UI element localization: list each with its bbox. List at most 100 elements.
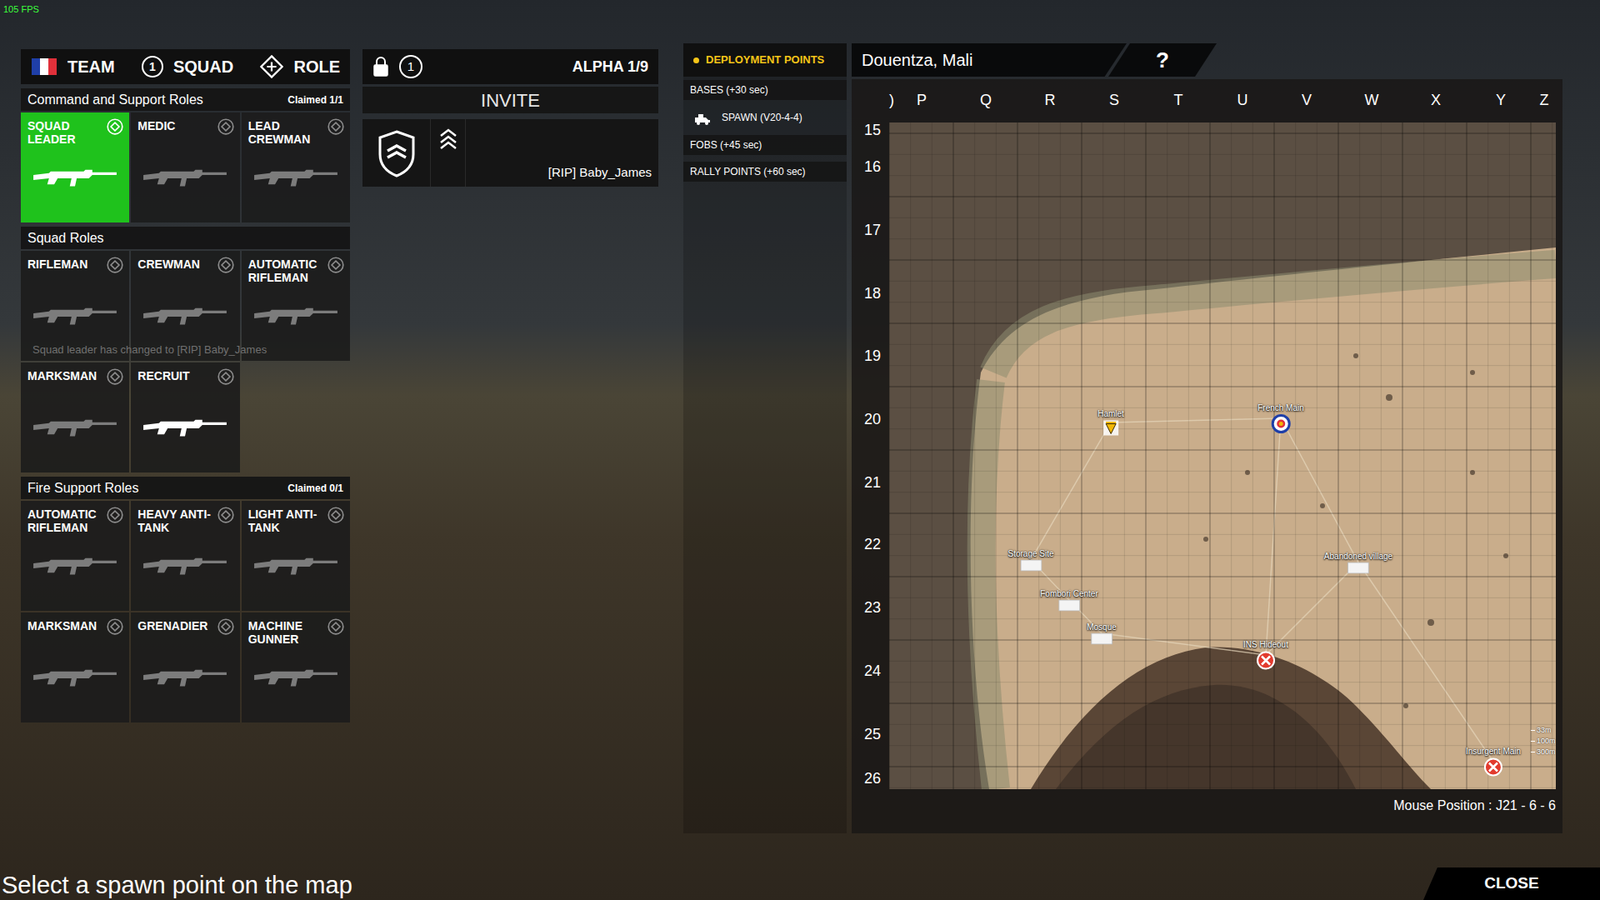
weapon <box>137 164 233 216</box>
group-title: Squad Roles <box>27 228 105 249</box>
role-tile[interactable]: MEDIC <box>130 112 240 223</box>
map-panel: Douentza, Mali?)PQRSTUVWXYZ1516171819202… <box>851 43 1563 834</box>
map-marker[interactable]: Hamlet <box>1097 409 1125 437</box>
role-panel: TEAM1SQUADROLECommand and Support RolesC… <box>20 49 350 723</box>
role-group: Command and Support Roles Claimed 1/1 SQUA… <box>20 88 350 223</box>
group-claimed: Claimed 0/1 <box>287 480 344 496</box>
deployment-section: RALLY POINTS (+60 sec) <box>683 161 847 182</box>
deployment-header: DEPLOYMENT POINTS <box>683 43 847 77</box>
role-tile[interactable]: GRENADIER <box>130 612 240 723</box>
map-marker[interactable]: INS Hideout <box>1243 640 1289 671</box>
role-badge-icon <box>105 117 125 136</box>
main-base-icon <box>1270 414 1291 435</box>
weapon <box>137 664 233 716</box>
footer: Select a spawn point on the map CLOSE <box>0 867 1600 900</box>
capture-point-icon <box>1090 633 1113 645</box>
flag-objective-icon <box>1102 420 1120 437</box>
row-label: 19 <box>860 345 885 368</box>
role-name: MARKSMAN <box>27 619 108 633</box>
rifle-icon <box>31 414 119 441</box>
scale-tick <box>1530 751 1535 753</box>
invite-button[interactable]: INVITE <box>362 86 659 114</box>
map-scale: 33m100m300m <box>1530 725 1556 757</box>
role-tile[interactable]: AUTOMATIC RIFLEMAN <box>20 500 130 611</box>
rifle-icon <box>141 302 229 330</box>
role-name: CREWMAN <box>137 257 218 271</box>
map-marker[interactable]: Insurgent Main <box>1465 746 1521 778</box>
marker-label: Storage Site <box>1007 549 1054 560</box>
column-label: Z <box>1531 89 1557 112</box>
map[interactable]: Hamlet French Main Storage Site Fombori Cen… <box>889 122 1556 790</box>
rifle-icon <box>31 664 119 691</box>
deployment-section: FOBS (+45 sec) <box>683 135 847 155</box>
role-badge-icon <box>105 505 125 525</box>
spawn-point[interactable]: SPAWN (V20-4-4) <box>683 106 847 129</box>
group-title: Command and Support Roles <box>27 90 204 110</box>
role-badge-icon <box>326 617 345 636</box>
marker-label: Fombori Center <box>1040 589 1098 600</box>
role-grid: AUTOMATIC RIFLEMANHEAVY ANTI-TANKLIGHT A… <box>20 500 350 723</box>
column-label: X <box>1423 89 1449 112</box>
scale-label: 33m <box>1536 725 1552 735</box>
member-name: [RIP] Baby_James <box>548 163 652 183</box>
role-badge-icon <box>216 505 235 525</box>
rifle-icon <box>252 164 340 191</box>
group-claimed: Claimed 1/1 <box>287 92 344 108</box>
role-badge-icon <box>216 617 235 636</box>
role-name: LEAD CREWMAN <box>248 119 329 146</box>
deployment-list: BASES (+30 sec)SPAWN (V20-4-4)FOBS (+45 … <box>683 80 847 182</box>
team-tab[interactable]: TEAM <box>30 54 115 80</box>
marker-label: Hamlet <box>1097 409 1125 420</box>
capture-point-icon <box>1347 562 1370 575</box>
marker-label: Abandoned village <box>1324 551 1393 562</box>
tab-bar: TEAM 1SQUAD ROLE <box>20 49 350 85</box>
squad-tab[interactable]: 1SQUAD <box>141 54 234 80</box>
group-header: Fire Support RolesClaimed 0/1 <box>20 476 350 500</box>
role-badge-icon <box>105 255 125 275</box>
hint-text: Select a spawn point on the map <box>0 873 353 900</box>
map-marker[interactable]: Abandoned village <box>1324 551 1393 575</box>
map-marker[interactable]: French Main <box>1257 403 1305 435</box>
enemy-base-icon <box>1483 757 1504 778</box>
game-screen: 105 FPS TEAM1SQUADROLECommand and Suppor… <box>0 0 1600 900</box>
role-tile[interactable]: LEAD CREWMAN <box>241 112 350 223</box>
role-tile[interactable]: HEAVY ANTI-TANK <box>130 500 240 611</box>
row-label: 17 <box>860 219 885 242</box>
squad-name: ALPHA 1/9 <box>572 55 649 79</box>
map-marker[interactable]: Fombori Center <box>1040 589 1098 612</box>
role-name: MACHINE GUNNER <box>248 619 329 646</box>
role-tile[interactable]: MACHINE GUNNER <box>241 612 350 723</box>
row-label: 15 <box>860 119 885 142</box>
spawn-label: SPAWN (V20-4-4) <box>721 110 803 125</box>
marker-label: Insurgent Main <box>1465 746 1521 757</box>
map-marker[interactable]: Storage Site <box>1007 549 1054 572</box>
row-label: 21 <box>860 471 885 495</box>
role-tile[interactable]: MARKSMAN <box>20 612 130 723</box>
group-header: Squad Roles <box>20 226 350 250</box>
weapon <box>27 664 123 716</box>
weapon <box>248 552 344 605</box>
role-badge-icon <box>216 255 235 275</box>
rifle-icon <box>141 552 229 580</box>
map-title-bar: Douentza, Mali? <box>851 43 1563 77</box>
role-tile[interactable]: RECRUIT <box>130 362 240 473</box>
weapon <box>27 552 123 605</box>
role-tile[interactable]: MARKSMAN <box>20 362 130 473</box>
role-tab[interactable]: ROLE <box>260 54 340 80</box>
role-group: Squad RolesRIFLEMANCREWMANAUTOMATIC RIFL… <box>20 226 350 473</box>
member-card[interactable]: [RIP] Baby_James <box>362 119 659 187</box>
map-area: )PQRSTUVWXYZ151617181920212223242526Haml… <box>851 79 1563 834</box>
help-button[interactable]: ? <box>1108 43 1217 77</box>
terrain <box>889 122 1556 790</box>
rank-icon <box>375 129 418 178</box>
rifle-icon <box>31 552 119 580</box>
rifle-icon <box>31 164 119 191</box>
group-header: Command and Support Roles Claimed 1/1 <box>20 88 350 111</box>
close-button[interactable]: CLOSE <box>1423 867 1600 900</box>
role-tile[interactable]: LIGHT ANTI-TANK <box>241 500 350 611</box>
role-tile[interactable]: SQUAD LEADER <box>20 112 130 223</box>
map-marker[interactable]: Mosque <box>1086 622 1117 645</box>
weapon <box>137 552 233 605</box>
row-label: 16 <box>860 155 885 179</box>
rifle-icon <box>252 302 340 330</box>
